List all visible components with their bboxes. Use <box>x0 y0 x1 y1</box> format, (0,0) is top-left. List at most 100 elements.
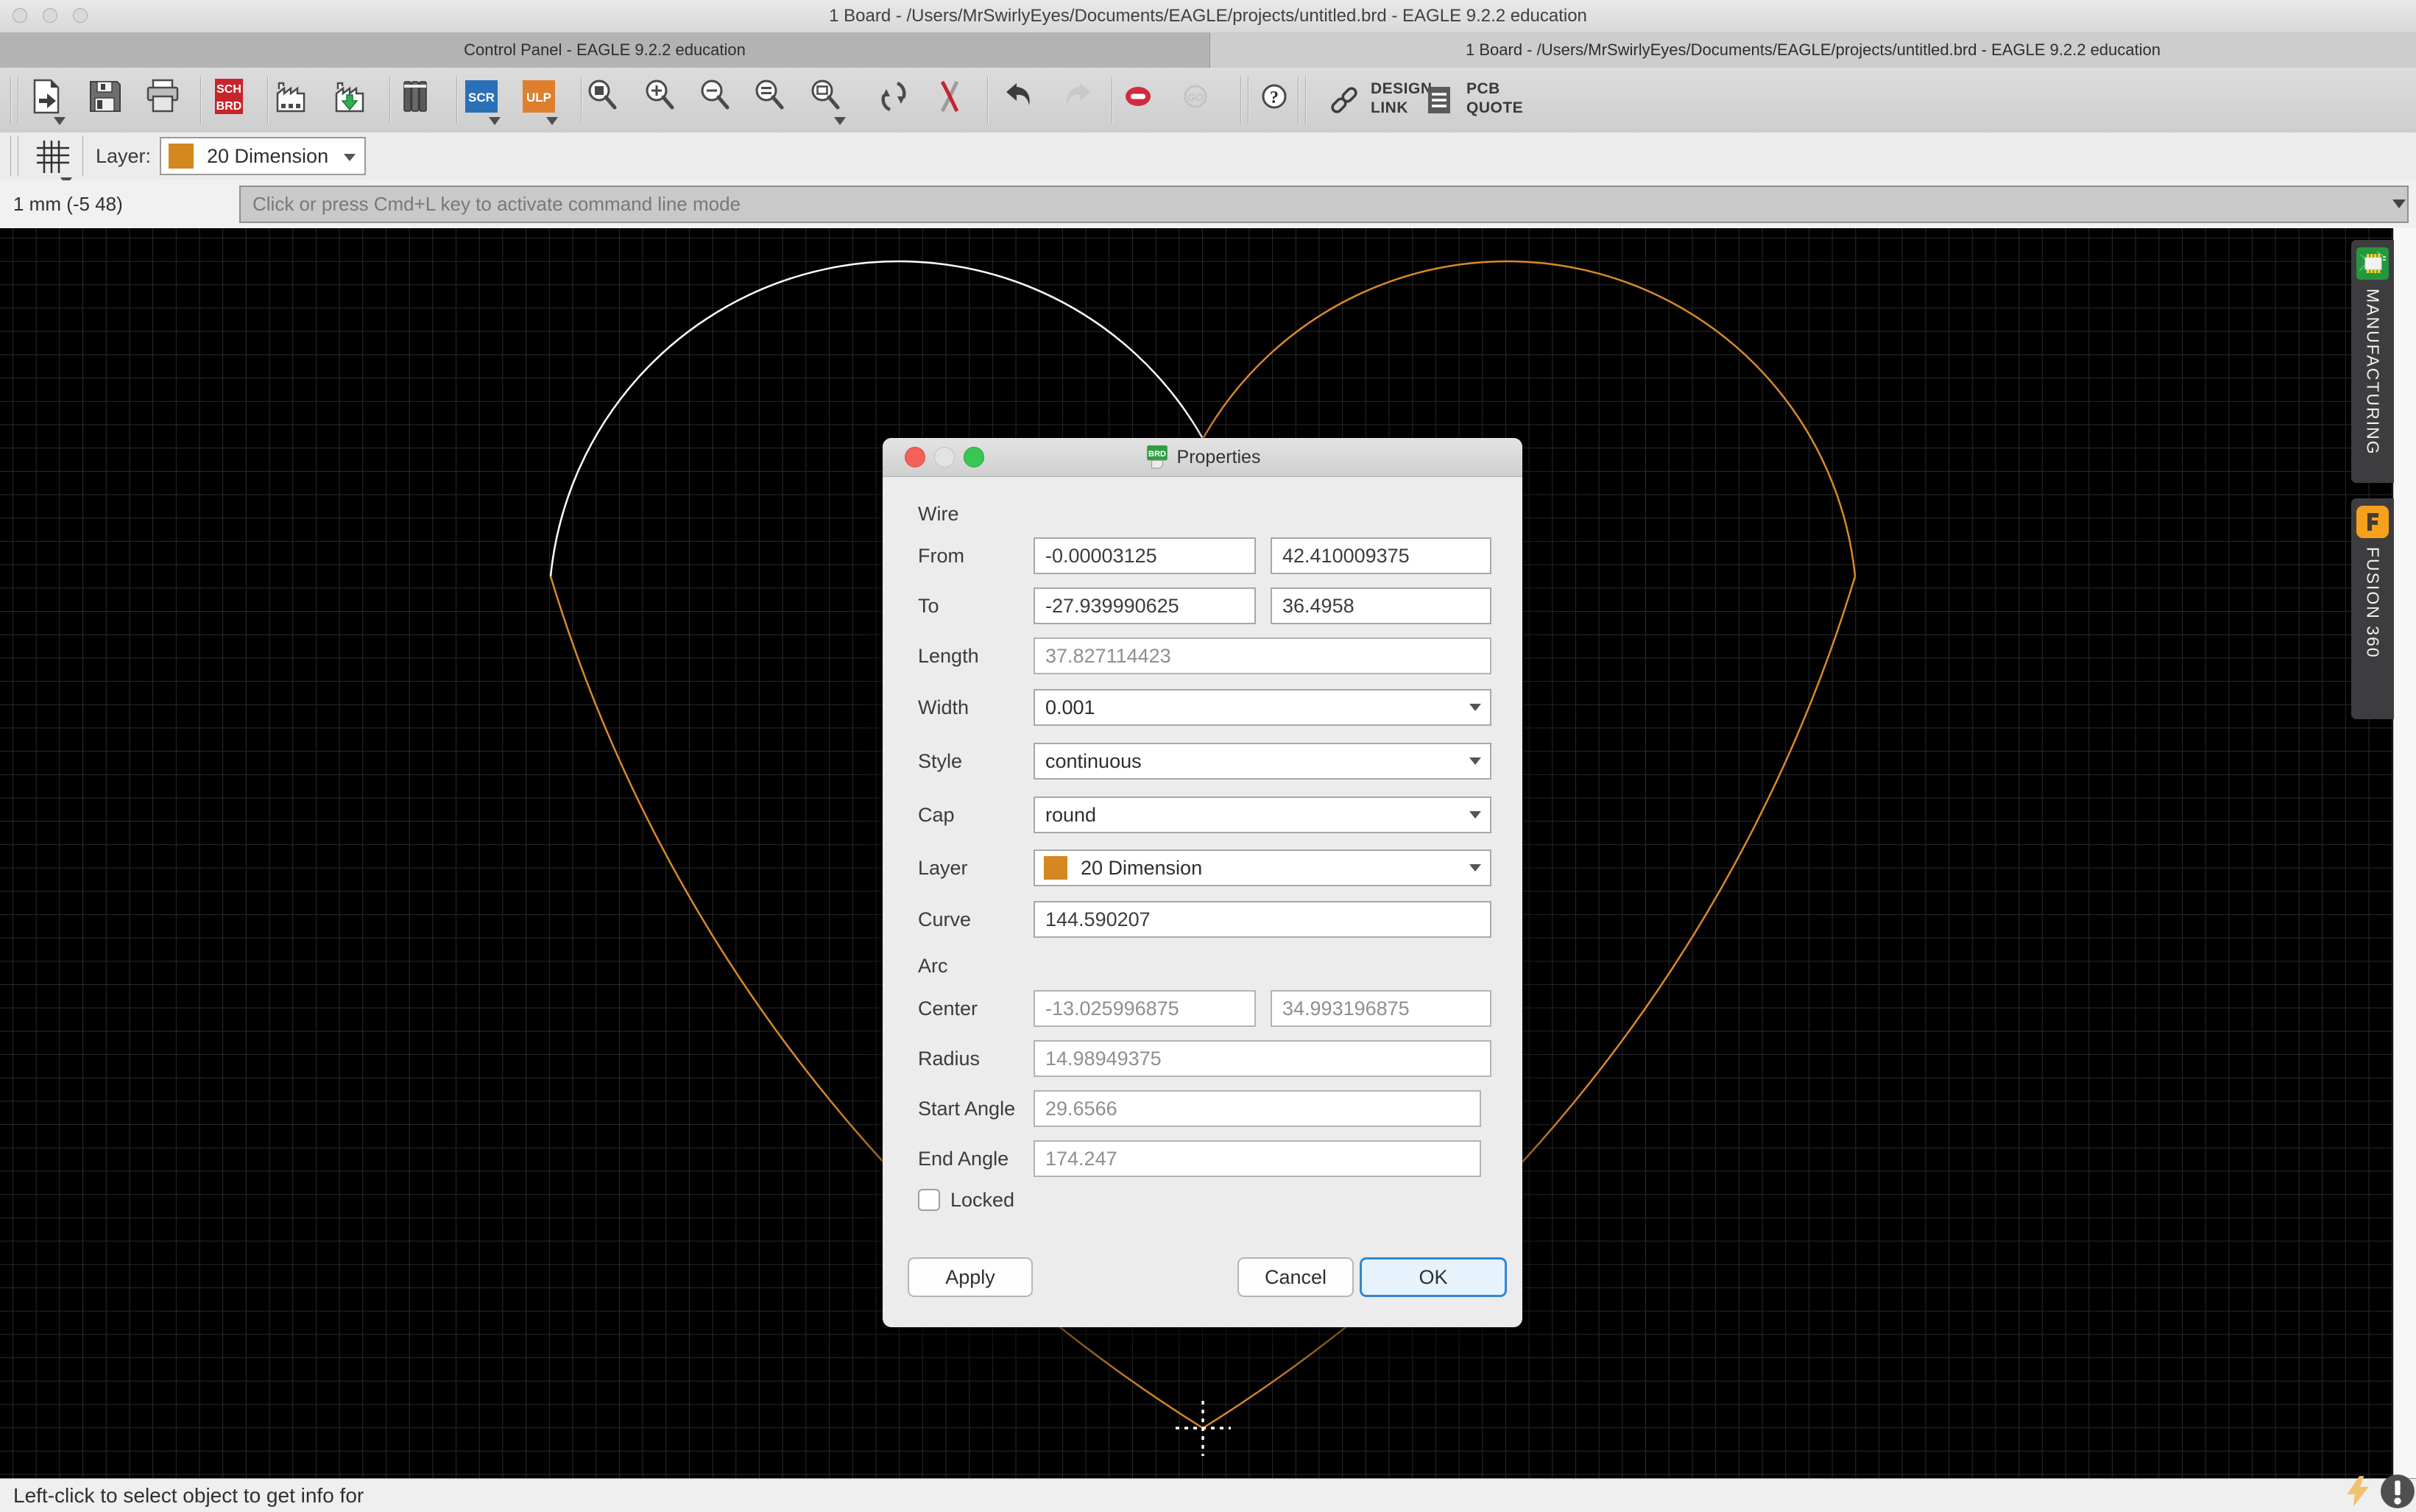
svg-text:SCR: SCR <box>468 91 495 105</box>
to-y-input[interactable] <box>1271 587 1491 624</box>
tab-control-panel[interactable]: Control Panel - EAGLE 9.2.2 education <box>0 32 1210 68</box>
command-history-chevron-icon[interactable] <box>2392 199 2406 208</box>
chevron-down-icon <box>1469 811 1481 819</box>
toolbar-handle <box>10 77 12 124</box>
apply-button[interactable]: Apply <box>908 1257 1033 1297</box>
library-books-icon <box>396 77 434 116</box>
svg-text:GO: GO <box>1187 91 1204 103</box>
grid-icon <box>34 138 72 176</box>
radius-label: Radius <box>918 1040 980 1077</box>
toolbar-separator <box>1298 77 1299 124</box>
toolbar-separator <box>1240 77 1242 124</box>
locked-label: Locked <box>950 1187 1014 1212</box>
layer-field-label: Layer <box>918 849 968 886</box>
sch-brd-swap-button[interactable]: SCH BRD <box>208 75 250 127</box>
end-angle-label: End Angle <box>918 1140 1009 1177</box>
help-icon: ? <box>1255 77 1293 116</box>
toolbar-separator <box>82 135 84 177</box>
right-dock-strip <box>2393 228 2416 1478</box>
layer-color-swatch <box>1044 856 1067 880</box>
stop-button[interactable] <box>1117 75 1159 127</box>
help-button[interactable]: ? <box>1254 75 1295 127</box>
errors-warning-icon[interactable] <box>2379 1473 2416 1510</box>
ok-button[interactable]: OK <box>1360 1257 1507 1297</box>
redo-button[interactable] <box>1056 75 1098 127</box>
length-label: Length <box>918 637 979 674</box>
chevron-down-icon <box>344 154 356 161</box>
dialog-titlebar[interactable]: BRD Properties <box>883 438 1522 477</box>
layer-color-swatch <box>169 144 194 169</box>
print-button[interactable] <box>142 75 183 127</box>
zoom-fit-button[interactable] <box>583 75 624 127</box>
cap-select-value: round <box>1045 798 1096 832</box>
chevron-down-icon <box>54 117 66 125</box>
width-select[interactable]: 0.001 <box>1034 689 1491 726</box>
undo-button[interactable] <box>999 75 1040 127</box>
toolbar-separator <box>456 77 458 124</box>
curve-input[interactable] <box>1034 901 1491 938</box>
svg-text:?: ? <box>1270 88 1279 107</box>
tab-board-editor[interactable]: 1 Board - /Users/MrSwirlyEyes/Documents/… <box>1210 32 2416 68</box>
quote-document-icon <box>1421 81 1459 119</box>
layer-select-value: 20 Dimension <box>207 138 328 174</box>
zoom-in-button[interactable] <box>640 75 682 127</box>
chevron-down-icon <box>1469 704 1481 711</box>
toolbar-separator <box>267 77 269 124</box>
brd-file-icon: BRD <box>1145 444 1170 469</box>
scr-icon: SCR <box>462 77 501 116</box>
pcb-chip-icon <box>2356 247 2389 280</box>
center-label: Center <box>918 990 978 1027</box>
new-document-button[interactable] <box>26 75 67 127</box>
run-script-button[interactable]: SCR <box>461 75 502 127</box>
fusion-360-panel-tab[interactable]: FUSION 360 <box>2351 498 2394 719</box>
manufacturing-output-button[interactable] <box>329 75 370 127</box>
ulp-icon: ULP <box>520 77 558 116</box>
layer-select[interactable]: 20 Dimension <box>160 137 366 175</box>
to-x-input[interactable] <box>1034 587 1256 624</box>
command-line-input[interactable] <box>239 186 2409 223</box>
zoom-select-button[interactable] <box>806 75 847 127</box>
autorouter-lightning-icon[interactable] <box>2342 1474 2373 1508</box>
cam-processor-button[interactable] <box>270 75 311 127</box>
chevron-down-icon <box>1469 864 1481 872</box>
window-title: 1 Board - /Users/MrSwirlyEyes/Documents/… <box>0 0 2416 32</box>
from-y-input[interactable] <box>1271 537 1491 574</box>
toolbar-handle <box>10 135 12 177</box>
dialog-layer-select[interactable]: 20 Dimension <box>1034 849 1491 886</box>
mitre-button[interactable] <box>930 75 972 127</box>
center-y-input <box>1271 990 1491 1027</box>
editor-tabbar: Control Panel - EAGLE 9.2.2 education 1 … <box>0 32 2416 68</box>
cam-factory-icon <box>272 77 310 116</box>
toolbar-handle <box>18 77 19 124</box>
toolbar-separator <box>987 77 989 124</box>
go-button[interactable]: GO <box>1175 75 1216 127</box>
status-bar: Left-click to select object to get info … <box>0 1478 2416 1512</box>
save-button[interactable] <box>85 75 126 127</box>
factory-download-icon <box>331 77 369 116</box>
chevron-down-icon <box>834 117 846 125</box>
chevron-down-icon <box>489 117 501 125</box>
manufacturing-panel-tab[interactable]: MANUFACTURING <box>2351 240 2394 483</box>
style-select[interactable]: continuous <box>1034 743 1491 780</box>
toolbar-separator <box>389 77 391 124</box>
width-select-value: 0.001 <box>1045 690 1095 724</box>
zoom-out-button[interactable] <box>696 75 737 127</box>
from-x-input[interactable] <box>1034 537 1256 574</box>
svg-text:BRD: BRD <box>216 100 242 113</box>
end-angle-input <box>1034 1140 1481 1177</box>
svg-text:SCH: SCH <box>216 83 241 96</box>
cancel-button[interactable]: Cancel <box>1237 1257 1354 1297</box>
pcb-quote-button[interactable]: PCB QUOTE <box>1421 80 1561 121</box>
sch-brd-icon: SCH BRD <box>210 77 248 116</box>
grid-settings-button[interactable] <box>32 135 74 187</box>
zoom-exact-icon <box>752 77 790 116</box>
locked-checkbox[interactable] <box>918 1189 940 1211</box>
layer-label: Layer: <box>96 133 151 180</box>
from-label: From <box>918 537 964 574</box>
toolbar-separator <box>200 77 202 124</box>
redraw-button[interactable] <box>873 75 914 127</box>
library-button[interactable] <box>395 75 436 127</box>
cap-select[interactable]: round <box>1034 796 1491 833</box>
run-ulp-button[interactable]: ULP <box>518 75 559 127</box>
zoom-exact-button[interactable] <box>750 75 791 127</box>
